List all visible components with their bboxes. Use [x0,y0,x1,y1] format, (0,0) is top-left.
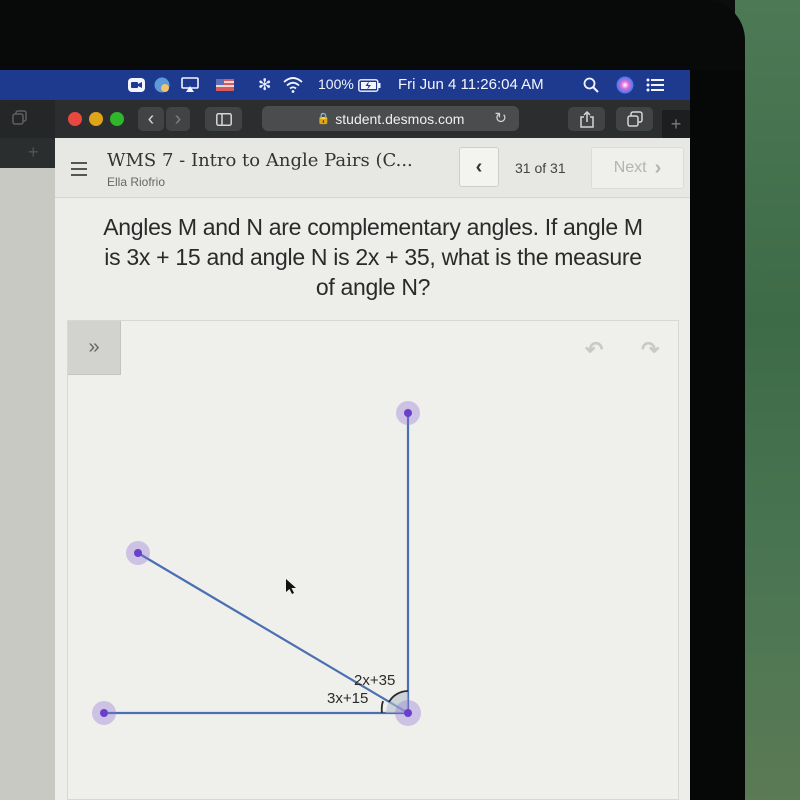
tabs-button[interactable] [616,107,653,131]
siri-icon[interactable] [616,76,634,94]
chevron-right-icon: › [654,156,662,179]
undo-button[interactable]: ↶ [585,337,603,363]
browser-toolbar: ‹ › 🔒 student.desmos.com ↻ + [0,100,690,138]
spotlight-search-icon[interactable] [583,77,599,93]
window-minimize-button[interactable] [89,112,103,126]
angle-m-arc [380,700,384,714]
expand-sketch-button[interactable]: » [68,321,121,375]
previous-screen-button[interactable]: ‹ [459,147,499,187]
diagonal-ray [137,552,409,714]
laptop-bezel-right [690,70,745,800]
share-icon [579,110,594,128]
menubar-clock[interactable]: Fri Jun 4 11:26:04 AM [398,76,544,93]
sidebar-toggle-button[interactable] [205,107,242,131]
address-bar-url: student.desmos.com [335,110,465,127]
tab-bar-fragment: + [0,138,55,168]
question-line: is 3x + 15 and angle N is 2x + 35, what … [104,244,642,270]
redo-button[interactable]: ↷ [641,337,659,363]
mouse-cursor-icon [286,579,296,594]
point-top[interactable] [396,401,420,425]
globe-icon[interactable] [154,77,170,93]
tab-overview-icon[interactable] [12,110,28,131]
battery-charging-icon[interactable] [358,77,382,93]
sketch-area[interactable]: 2x+35 3x+15 » ↶ ↷ [67,320,679,800]
browser-forward-button[interactable]: › [166,107,190,131]
sidebar-icon [215,112,232,126]
wifi-icon[interactable] [283,77,303,93]
tab-overview-strip [0,100,55,138]
next-label: Next [613,159,647,176]
plus-icon: + [28,142,39,162]
browser-back-button[interactable]: ‹ [138,107,164,131]
activity-header: WMS 7 - Intro to Angle Pairs (C... Ella … [55,138,690,198]
reload-icon[interactable]: ↻ [494,109,507,127]
airplay-icon[interactable] [181,77,199,93]
battery-percentage[interactable]: 100% [318,76,354,92]
point-vertex[interactable] [395,700,421,726]
next-screen-button[interactable]: Next › [591,147,684,189]
left-side-strip: + [0,138,55,800]
question-prompt: Angles M and N are complementary angles.… [63,212,683,302]
address-bar[interactable]: 🔒 student.desmos.com ↻ [262,106,519,131]
screen-photo: ✻ 100% Fri Jun 4 11:26:04 AM ‹ › 🔒 stude… [0,0,800,800]
flag-icon[interactable] [216,77,234,93]
macos-menubar: ✻ 100% Fri Jun 4 11:26:04 AM [0,70,690,100]
angle-m-label: 3x+15 [327,690,368,707]
angle-diagram[interactable]: 2x+35 3x+15 [68,321,680,800]
screen-counter: 31 of 31 [515,160,566,176]
share-button[interactable] [568,107,605,131]
angle-n-label: 2x+35 [354,672,395,689]
point-left[interactable] [92,701,116,725]
bluetooth-icon[interactable]: ✻ [258,77,271,94]
tabs-icon [626,111,643,127]
point-diagonal[interactable] [126,541,150,565]
question-line: Angles M and N are complementary angles.… [103,214,643,240]
lock-icon: 🔒 [316,113,331,125]
window-close-button[interactable] [68,112,82,126]
student-name: Ella Riofrio [107,175,166,189]
notification-center-icon[interactable] [646,77,664,93]
activity-title: WMS 7 - Intro to Angle Pairs (C... [107,150,413,171]
menu-icon[interactable] [71,162,87,176]
question-line: of angle N? [315,274,431,300]
desmos-activity-page: WMS 7 - Intro to Angle Pairs (C... Ella … [55,138,690,800]
zoom-icon[interactable] [128,77,145,93]
new-tab-button[interactable]: + [662,110,690,138]
window-maximize-button[interactable] [110,112,124,126]
